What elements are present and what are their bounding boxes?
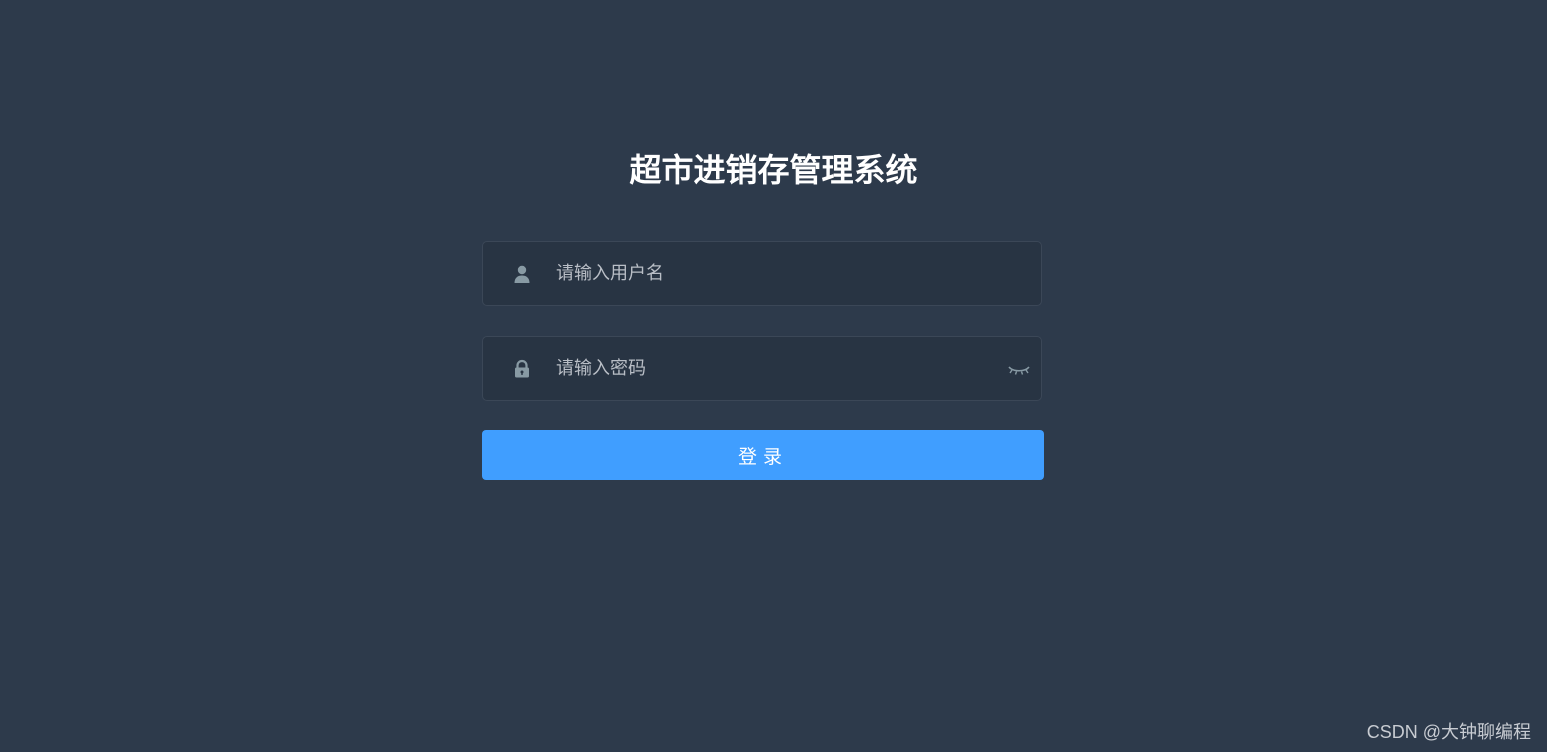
page-title: 超市进销存管理系统 (629, 151, 918, 189)
watermark-text: CSDN @大钟聊编程 (1366, 722, 1531, 742)
eye-closed-icon[interactable] (1007, 359, 1031, 379)
login-button[interactable]: 登录 (482, 430, 1044, 480)
login-page: 超市进销存管理系统 请输入用户名 登录 CSDN @大钟聊编程 (0, 0, 1547, 752)
user-icon (512, 264, 532, 284)
lock-icon (512, 359, 532, 379)
password-input[interactable] (556, 337, 996, 400)
password-field[interactable] (482, 336, 1042, 401)
username-input[interactable] (556, 242, 996, 305)
username-field[interactable] (482, 241, 1042, 306)
